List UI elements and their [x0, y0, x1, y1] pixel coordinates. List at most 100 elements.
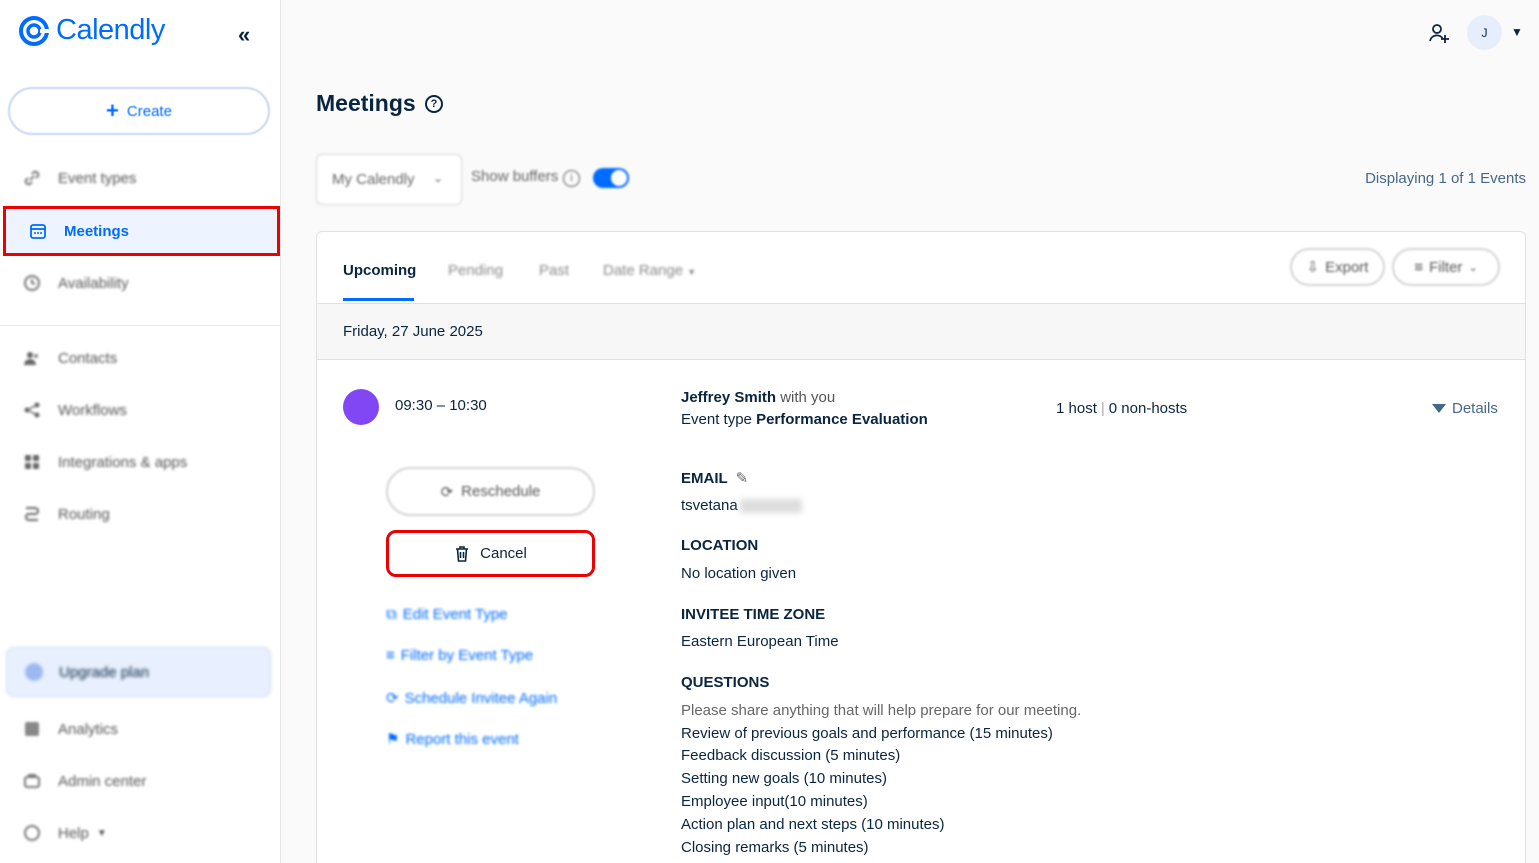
separator: |	[1100, 400, 1105, 417]
schedule-invitee-again-link[interactable]: ⟳ Schedule Invitee Again	[386, 689, 558, 708]
plus-icon: +	[106, 98, 119, 123]
export-label: Export	[1325, 258, 1369, 276]
sidebar-item-analytics[interactable]: Analytics	[0, 705, 281, 753]
email-text: tsvetana	[681, 497, 738, 514]
report-event-link[interactable]: ⚑ Report this event	[386, 730, 519, 749]
tabs-bar: Upcoming Pending Past Date Range ▼ ⇩ Exp…	[317, 232, 1525, 304]
filter-button[interactable]: ≡ Filter ⌄	[1392, 248, 1500, 286]
workflow-icon	[22, 400, 42, 420]
sidebar-divider	[0, 325, 281, 326]
invitee-name: Jeffrey Smith	[681, 389, 777, 406]
calendar-icon	[28, 221, 48, 241]
active-tab-indicator	[343, 298, 414, 301]
question-circle-icon[interactable]: ?	[425, 95, 443, 113]
tab-upcoming[interactable]: Upcoming	[343, 262, 416, 279]
sidebar-item-admin-center[interactable]: Admin center	[0, 757, 281, 805]
tab-past[interactable]: Past	[539, 262, 569, 279]
date-header: Friday, 27 June 2025	[317, 304, 1525, 360]
sidebar-item-label: Contacts	[58, 349, 118, 367]
email-label-text: EMAIL	[681, 470, 728, 487]
external-link-icon: ⧉	[386, 606, 397, 623]
globe-icon	[25, 663, 43, 681]
link-label: Filter by Event Type	[400, 647, 534, 664]
sidebar-item-label: Routing	[58, 505, 110, 523]
cancel-button[interactable]: Cancel	[386, 530, 595, 577]
answer-line: Feedback discussion (5 minutes)	[681, 747, 901, 764]
pencil-icon[interactable]: ✎	[736, 469, 749, 487]
avatar-initial: J	[1481, 25, 1488, 40]
filter-label: Filter	[1429, 258, 1463, 276]
cancel-label: Cancel	[480, 545, 527, 562]
briefcase-icon	[22, 771, 42, 791]
sidebar-item-label: Integrations & apps	[58, 453, 188, 471]
create-button[interactable]: + Create	[8, 87, 270, 135]
sidebar-item-label: Admin center	[58, 772, 147, 790]
event-type-line: Event type Performance Evaluation	[681, 411, 928, 428]
sidebar-item-workflows[interactable]: Workflows	[0, 386, 281, 434]
reschedule-button[interactable]: ⟳ Reschedule	[386, 467, 595, 516]
edit-event-type-link[interactable]: ⧉ Edit Event Type	[386, 606, 508, 623]
sidebar-item-help[interactable]: Help ▼	[0, 809, 281, 857]
calendar-select[interactable]: My Calendly ⌄	[316, 154, 462, 205]
double-chevron-left-icon[interactable]: «	[238, 22, 250, 48]
sidebar-item-label: Workflows	[58, 401, 127, 419]
meetings-card: Upcoming Pending Past Date Range ▼ ⇩ Exp…	[316, 231, 1526, 863]
invitee-suffix: with you	[780, 389, 836, 406]
upgrade-plan-button[interactable]: Upgrade plan	[6, 647, 271, 697]
export-button[interactable]: ⇩ Export	[1290, 248, 1385, 286]
caret-down-icon: ▼	[96, 827, 107, 839]
calendly-logo-icon	[19, 15, 50, 46]
caret-down-icon	[1432, 404, 1446, 413]
event-type-name: Performance Evaluation	[756, 411, 928, 428]
questions-label: QUESTIONS	[681, 674, 770, 691]
filter-icon: ≡	[386, 647, 395, 664]
date-header-text: Friday, 27 June 2025	[343, 323, 483, 340]
redacted-email	[739, 499, 802, 514]
avatar[interactable]: J	[1467, 15, 1502, 50]
answer-line: Employee input(10 minutes)	[681, 793, 868, 810]
link-label: Edit Event Type	[402, 606, 508, 623]
brand-name: Calendly	[56, 14, 165, 46]
sidebar-item-routing[interactable]: Routing	[0, 490, 281, 538]
contacts-icon	[22, 348, 42, 368]
sidebar-item-event-types[interactable]: Event types	[0, 154, 281, 202]
sidebar-item-availability[interactable]: Availability	[0, 259, 281, 307]
filter-icon: ≡	[1414, 258, 1424, 276]
details-toggle[interactable]: Details	[1432, 400, 1498, 417]
sidebar-item-contacts[interactable]: Contacts	[0, 334, 281, 382]
refresh-icon: ⟳	[386, 690, 399, 707]
refresh-icon: ⟳	[440, 483, 454, 501]
sidebar-item-label: Analytics	[58, 720, 119, 738]
answer-line: Closing remarks (5 minutes)	[681, 839, 869, 856]
add-user-icon[interactable]	[1428, 22, 1450, 44]
caret-down-icon: ▼	[687, 267, 697, 277]
calendly-logo[interactable]: Calendly	[18, 14, 165, 47]
show-buffers-toggle[interactable]	[593, 168, 629, 188]
sidebar-item-label: Availability	[58, 274, 129, 292]
question-text: Please share anything that will help pre…	[681, 702, 1082, 719]
link-label: Schedule Invitee Again	[404, 689, 558, 707]
sidebar-item-integrations[interactable]: Integrations & apps	[0, 438, 281, 486]
page-title: Meetings	[316, 90, 416, 116]
help-icon	[22, 823, 42, 843]
location-value: No location given	[681, 565, 797, 582]
displaying-count: Displaying 1 of 1 Events	[1365, 170, 1526, 187]
tab-date-range[interactable]: Date Range ▼	[603, 262, 696, 279]
tab-pending[interactable]: Pending	[448, 262, 503, 279]
answer-line: Action plan and next steps (10 minutes)	[681, 816, 945, 833]
caret-down-icon[interactable]: ▼	[1511, 25, 1523, 39]
tab-date-range-label: Date Range	[603, 262, 684, 279]
email-label: EMAIL ✎	[681, 469, 748, 487]
info-icon[interactable]: i	[563, 170, 580, 187]
filter-by-event-type-link[interactable]: ≡ Filter by Event Type	[386, 647, 533, 664]
flag-icon: ⚑	[386, 731, 400, 748]
calendar-select-value: My Calendly	[332, 171, 415, 188]
upgrade-label: Upgrade plan	[59, 663, 150, 681]
email-value: tsvetana	[681, 497, 802, 514]
sidebar-item-label: Meetings	[64, 222, 130, 240]
event-time: 09:30 – 10:30	[395, 397, 487, 414]
sidebar-item-meetings[interactable]: Meetings	[3, 206, 280, 256]
sidebar-item-label: Help	[58, 824, 89, 842]
clock-icon	[22, 273, 42, 293]
apps-icon	[22, 452, 42, 472]
